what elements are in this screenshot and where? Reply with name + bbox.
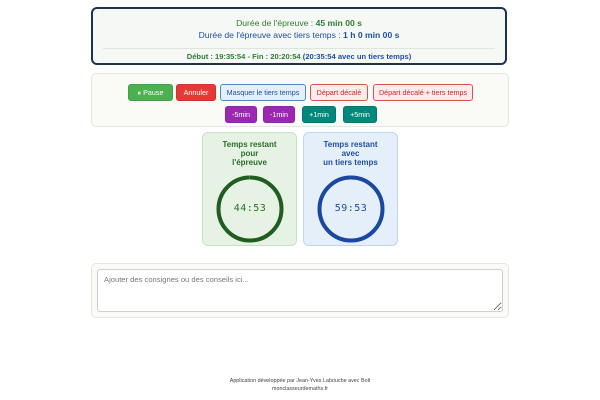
pause-button[interactable]: ⏸ Pause xyxy=(128,84,173,101)
timer-title-tiers: Temps restant avec un tiers temps xyxy=(304,140,397,167)
timer-title-tiers-line2: avec xyxy=(341,149,360,158)
exam-schedule-tiers: (20:35:54 avec un tiers temps) xyxy=(302,52,412,61)
minus-5min-button[interactable]: -5min xyxy=(225,106,257,123)
plus-1min-button[interactable]: +1min xyxy=(302,106,336,123)
offset-start-button[interactable]: Départ décalé xyxy=(310,84,368,101)
timer-title-tiers-line3: un tiers temps xyxy=(323,158,378,167)
exam-info-card: Durée de l'épreuve : 45 min 00 s Durée d… xyxy=(91,7,507,65)
exam-schedule-times: Début : 19:35:54 - Fin : 20:20:54 xyxy=(186,52,301,61)
exam-duration: Durée de l'épreuve : 45 min 00 s xyxy=(93,17,505,29)
timer-value-exam: 44:53 xyxy=(233,203,267,214)
timer-value-tiers: 59:53 xyxy=(334,203,368,214)
exam-duration-tiers: Durée de l'épreuve avec tiers temps : 1 … xyxy=(93,29,505,41)
timer-title-exam: Temps restant pour l'épreuve xyxy=(203,140,296,167)
cancel-button[interactable]: Annuler xyxy=(176,84,216,101)
exam-schedule: Début : 19:35:54 - Fin : 20:20:54 (20:35… xyxy=(93,51,505,63)
footer: Application développée par Jean-Yves Lab… xyxy=(0,377,600,393)
timer-card-exam: Temps restant pour l'épreuve 44:53 xyxy=(202,132,297,246)
notes-card xyxy=(91,263,509,318)
timer-title-tiers-line1: Temps restant xyxy=(323,140,378,149)
hide-tiers-temps-button[interactable]: Masquer le tiers temps xyxy=(220,84,306,101)
exam-duration-tiers-label: Durée de l'épreuve avec tiers temps : xyxy=(198,30,344,40)
timer-title-exam-line2: pour xyxy=(240,149,259,158)
minus-1min-button[interactable]: -1min xyxy=(263,106,295,123)
footer-site: monclasseurdemaths.fr xyxy=(271,386,329,392)
exam-duration-value: 45 min 00 s xyxy=(315,18,362,28)
offset-start-tiers-button[interactable]: Départ décalé + tiers temps xyxy=(373,84,473,101)
plus-5min-button[interactable]: +5min xyxy=(343,106,377,123)
exam-duration-tiers-value: 1 h 0 min 00 s xyxy=(343,30,400,40)
exam-duration-label: Durée de l'épreuve : xyxy=(236,18,316,28)
info-divider xyxy=(103,48,495,49)
controls-card: ⏸ Pause Annuler Masquer le tiers temps D… xyxy=(91,73,509,127)
notes-textarea[interactable] xyxy=(97,269,503,312)
footer-credit: Application développée par Jean-Yves Lab… xyxy=(229,378,371,384)
timer-title-exam-line3: l'épreuve xyxy=(232,158,267,167)
timer-card-tiers-temps: Temps restant avec un tiers temps 59:53 xyxy=(303,132,398,246)
timer-title-exam-line1: Temps restant xyxy=(222,140,277,149)
